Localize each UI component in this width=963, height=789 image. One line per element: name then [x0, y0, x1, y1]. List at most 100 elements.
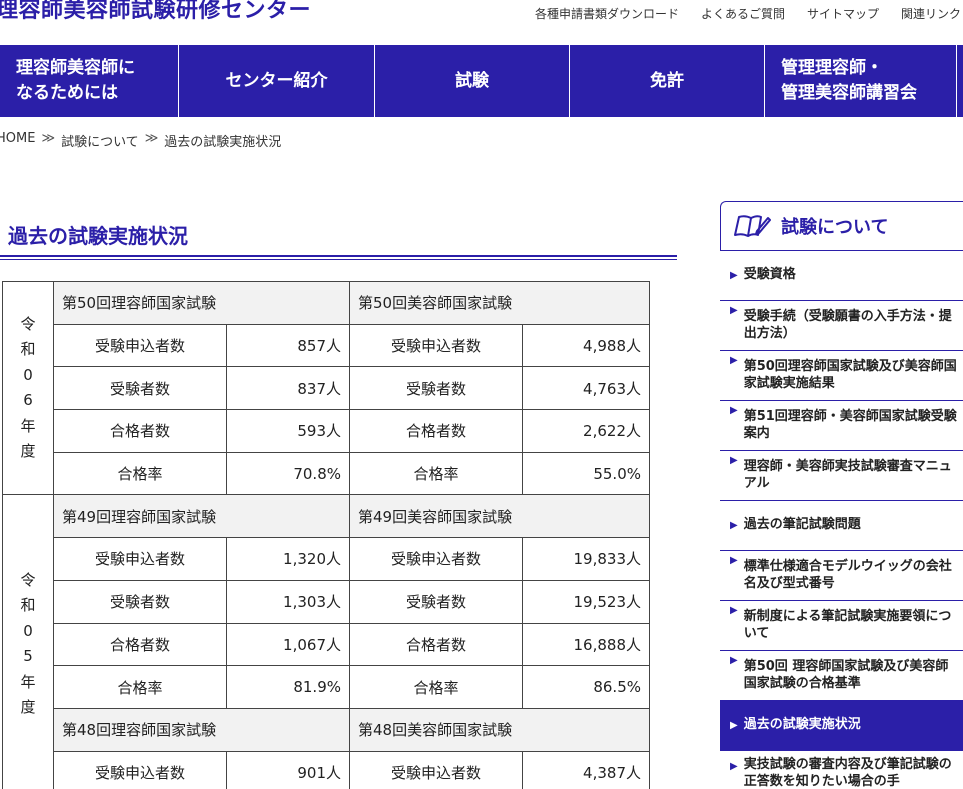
util-link-faq[interactable]: よくあるご質問 [701, 5, 785, 22]
triangle-right-icon: ▶ [730, 520, 738, 531]
table-row: 受験申込者数 1,320人 受験申込者数 19,833人 [3, 537, 650, 581]
gnav-item-seminar[interactable]: 管理理容師・ 管理美容師講習会 [765, 45, 957, 117]
triangle-right-icon: ▶ [730, 555, 738, 566]
value-cell: 4,387人 [522, 750, 650, 789]
year-cell: 令和06年度 [2, 280, 54, 496]
table-row: 合格率 70.8% 合格率 55.0% [3, 451, 650, 496]
exam-results-table: 令和06年度 第50回理容師国家試験 第50回美容師国家試験 受験申込者数 85… [2, 280, 650, 789]
breadcrumb-separator: ≫ [41, 131, 56, 146]
row-label: 合格者数 [349, 409, 523, 453]
row-label: 合格率 [349, 665, 523, 709]
util-link-downloads[interactable]: 各種申請書類ダウンロード [535, 5, 679, 22]
gnav-item-become[interactable]: 理容師美容師に なるためには [0, 45, 179, 117]
triangle-right-icon: ▶ [730, 355, 738, 366]
table-row: 受験者数 837人 受験者数 4,763人 [3, 366, 650, 411]
value-cell: 1,303人 [226, 579, 350, 624]
row-label: 合格率 [53, 665, 227, 709]
value-cell: 1,067人 [226, 622, 350, 667]
triangle-right-icon: ▶ [730, 761, 738, 772]
heading-divider [0, 255, 677, 260]
value-cell: 4,988人 [522, 323, 650, 368]
table-row: 受験者数 1,303人 受験者数 19,523人 [3, 579, 650, 624]
page-title: 過去の試験実施状況 [8, 224, 188, 248]
triangle-right-icon: ▶ [730, 720, 738, 731]
gnav-item-exam[interactable]: 試験 [375, 45, 570, 117]
table-row: 合格者数 593人 合格者数 2,622人 [3, 409, 650, 453]
exam-name-cell: 第49回理容師国家試験 [53, 494, 350, 539]
sidebar-item-wig-models[interactable]: ▶ 標準仕様適合モデルウイッグの会社名及び型式番号 [720, 551, 963, 601]
table-row: 合格者数 1,067人 合格者数 16,888人 [3, 622, 650, 667]
value-cell: 593人 [226, 409, 350, 453]
row-label: 合格率 [53, 451, 227, 496]
sidebar-item-qualification[interactable]: ▶ 受験資格 [720, 251, 963, 301]
sidebar-item-pass-criteria[interactable]: ▶ 第50回 理容師国家試験及び美容師国家試験の合格基準 [720, 651, 963, 701]
value-cell: 16,888人 [522, 622, 650, 667]
row-label: 合格率 [349, 451, 523, 496]
value-cell: 857人 [226, 323, 350, 368]
row-label: 受験者数 [53, 366, 227, 411]
breadcrumb-separator: ≫ [144, 131, 159, 146]
table-row: 合格率 81.9% 合格率 86.5% [3, 665, 650, 709]
triangle-right-icon: ▶ [730, 655, 738, 666]
sidebar-item-results-50[interactable]: ▶ 第50回理容師国家試験及び美容師国家試験実施結果 [720, 351, 963, 401]
row-label: 合格者数 [53, 409, 227, 453]
triangle-right-icon: ▶ [730, 270, 738, 281]
row-label: 受験者数 [53, 579, 227, 624]
exam-name-cell: 第50回理容師国家試験 [53, 281, 350, 325]
sidebar-item-procedure[interactable]: ▶ 受験手続（受験願書の入手方法・提出方法） [720, 301, 963, 351]
exam-name-cell: 第50回美容師国家試験 [349, 281, 650, 325]
global-nav: 理容師美容師に なるためには センター紹介 試験 免許 管理理容師・ 管理美容師… [0, 45, 963, 117]
sidebar-item-past-written[interactable]: ▶ 過去の筆記試験問題 [720, 501, 963, 551]
sidebar-header: 試験について [720, 201, 963, 251]
sidebar-item-guide-51[interactable]: ▶ 第51回理容師・美容師国家試験受験案内 [720, 401, 963, 451]
triangle-right-icon: ▶ [730, 305, 738, 316]
table-row: 受験申込者数 901人 受験申込者数 4,387人 [3, 750, 650, 789]
sidebar-item-past-status[interactable]: ▶ 過去の試験実施状況 [720, 701, 963, 751]
sidebar-item-practical-manual[interactable]: ▶ 理容師・美容師実技試験審査マニュアル [720, 451, 963, 501]
value-cell: 837人 [226, 366, 350, 411]
value-cell: 19,523人 [522, 579, 650, 624]
open-book-pen-icon [734, 215, 771, 237]
row-label: 受験申込者数 [349, 750, 523, 789]
exam-name-cell: 第48回美容師国家試験 [349, 707, 650, 752]
table-row: 令和05年度 第49回理容師国家試験 第49回美容師国家試験 [2, 494, 650, 789]
row-label: 受験申込者数 [53, 537, 227, 581]
gnav-item-about[interactable]: センター紹介 [179, 45, 375, 117]
breadcrumb-current: 過去の試験実施状況 [164, 135, 282, 150]
value-cell: 55.0% [522, 451, 650, 496]
breadcrumb: HOME ≫ 試験について ≫ 過去の試験実施状況 [0, 131, 281, 150]
table-row: 受験申込者数 857人 受験申込者数 4,988人 [3, 323, 650, 368]
value-cell: 4,763人 [522, 366, 650, 411]
year-cell: 令和05年度 [2, 494, 54, 789]
table-row: 第48回理容師国家試験 第48回美容師国家試験 [3, 707, 650, 752]
row-label: 合格者数 [349, 622, 523, 667]
sidebar-item-new-system[interactable]: ▶ 新制度による筆記試験実施要領について [720, 601, 963, 651]
row-label: 合格者数 [53, 622, 227, 667]
gnav-item-license[interactable]: 免許 [570, 45, 765, 117]
sidebar: 試験について ▶ 受験資格 ▶ 受験手続（受験願書の入手方法・提出方法） ▶ 第50回… [720, 201, 963, 789]
sidebar-item-score-disclosure[interactable]: ▶ 実技試験の審査内容及び筆記試験の正答数を知りたい場合の手 [720, 751, 963, 789]
value-cell: 2,622人 [522, 409, 650, 453]
row-label: 受験申込者数 [53, 750, 227, 789]
util-link-sitemap[interactable]: サイトマップ [807, 5, 879, 22]
utility-links: 各種申請書類ダウンロード よくあるご質問 サイトマップ 関連リンク [535, 5, 961, 22]
triangle-right-icon: ▶ [730, 605, 738, 616]
sidebar-title: 試験について [781, 217, 889, 238]
value-cell: 1,320人 [226, 537, 350, 581]
exam-name-cell: 第49回美容師国家試験 [349, 494, 650, 539]
site-title[interactable]: 理容師美容師試験研修センター [0, 0, 311, 24]
row-label: 受験申込者数 [349, 537, 523, 581]
util-link-related[interactable]: 関連リンク [901, 5, 961, 22]
breadcrumb-home[interactable]: HOME [0, 131, 35, 150]
row-label: 受験申込者数 [349, 323, 523, 368]
value-cell: 81.9% [226, 665, 350, 709]
triangle-right-icon: ▶ [730, 455, 738, 466]
triangle-right-icon: ▶ [730, 405, 738, 416]
row-label: 受験者数 [349, 366, 523, 411]
table-row: 令和06年度 第50回理容師国家試験 第50回美容師国家試験 [2, 280, 650, 496]
value-cell: 70.8% [226, 451, 350, 496]
row-label: 受験者数 [349, 579, 523, 624]
value-cell: 901人 [226, 750, 350, 789]
exam-name-cell: 第48回理容師国家試験 [53, 707, 350, 752]
breadcrumb-exam[interactable]: 試験について [61, 131, 139, 150]
